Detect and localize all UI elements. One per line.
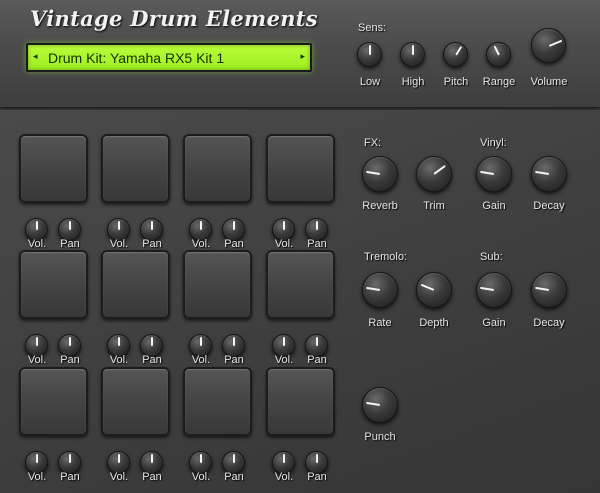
tremolo-rate-label: Rate	[368, 317, 392, 329]
volume-knob[interactable]	[531, 28, 566, 63]
kit-display-text: Drum Kit: Yamaha RX5 Kit 1	[48, 50, 225, 66]
sub-decay-label: Decay	[533, 317, 565, 329]
fx-trim-label: Trim	[423, 200, 445, 212]
drum-pad-8[interactable]	[266, 250, 335, 319]
drum-pad-7[interactable]	[183, 250, 252, 319]
pad-4-vol-label: Vol.	[274, 238, 294, 250]
vinyl-gain-knob[interactable]	[476, 156, 512, 192]
pad-11-pan-label: Pan	[224, 471, 244, 483]
drum-pad-3[interactable]	[183, 134, 252, 203]
sub-decay-knob[interactable]	[531, 272, 567, 308]
sens-range-label: Range	[482, 76, 516, 88]
sens-range-knob[interactable]	[486, 42, 511, 67]
pad-7-pan-label: Pan	[224, 354, 244, 366]
volume-label: Volume	[530, 76, 568, 88]
vinyl-gain-label: Gain	[482, 200, 506, 212]
punch-label: Punch	[364, 431, 396, 443]
kit-display[interactable]: ◂ Drum Kit: Yamaha RX5 Kit 1 ▸	[26, 43, 312, 72]
fx-reverb-label: Reverb	[362, 200, 398, 212]
app-title: Vintage Drum Elements	[30, 6, 318, 31]
drum-pad-11[interactable]	[183, 367, 252, 436]
sens-pitch-knob[interactable]	[443, 42, 468, 67]
pad-3-pan-label: Pan	[224, 238, 244, 250]
sens-low-label: Low	[359, 76, 381, 88]
drum-pad-2[interactable]	[101, 134, 170, 203]
pad-1-pan-label: Pan	[60, 238, 80, 250]
pad-9-vol-label: Vol.	[27, 471, 47, 483]
pad-6-vol-label: Vol.	[109, 354, 129, 366]
sens-high-knob[interactable]	[400, 42, 425, 67]
sub-gain-knob[interactable]	[476, 272, 512, 308]
fx-reverb-knob[interactable]	[362, 156, 398, 192]
pad-10-vol-label: Vol.	[109, 471, 129, 483]
pad-6-pan-label: Pan	[142, 354, 162, 366]
drum-pad-5[interactable]	[19, 250, 88, 319]
sens-pitch-label: Pitch	[443, 76, 469, 88]
pad-11-vol-label: Vol.	[191, 471, 211, 483]
pad-12-vol-label: Vol.	[274, 471, 294, 483]
pad-12-pan-label: Pan	[307, 471, 327, 483]
pad-5-vol-label: Vol.	[27, 354, 47, 366]
pad-8-vol-label: Vol.	[274, 354, 294, 366]
sub-gain-label: Gain	[482, 317, 506, 329]
drum-plugin-window: Vintage Drum Elements ◂ Drum Kit: Yamaha…	[0, 0, 600, 493]
drum-pad-9[interactable]	[19, 367, 88, 436]
sens-low-knob[interactable]	[357, 42, 382, 67]
pad-10-pan-label: Pan	[142, 471, 162, 483]
drum-pad-6[interactable]	[101, 250, 170, 319]
drum-pad-4[interactable]	[266, 134, 335, 203]
pad-7-vol-label: Vol.	[191, 354, 211, 366]
sens-section-label: Sens:	[358, 22, 387, 34]
pad-2-vol-label: Vol.	[109, 238, 129, 250]
tremolo-rate-knob[interactable]	[362, 272, 398, 308]
drum-pad-12[interactable]	[266, 367, 335, 436]
pad-8-pan-label: Pan	[307, 354, 327, 366]
fx-section-label: FX:	[364, 137, 382, 149]
sub-section-label: Sub:	[480, 251, 503, 263]
vinyl-decay-knob[interactable]	[531, 156, 567, 192]
pad-5-pan-label: Pan	[60, 354, 80, 366]
prev-kit-arrow-icon[interactable]: ◂	[33, 52, 38, 62]
fx-trim-knob[interactable]	[416, 156, 452, 192]
pad-3-vol-label: Vol.	[191, 238, 211, 250]
header-panel: Vintage Drum Elements ◂ Drum Kit: Yamaha…	[0, 0, 600, 108]
pad-1-vol-label: Vol.	[27, 238, 47, 250]
pad-9-pan-label: Pan	[60, 471, 80, 483]
drum-pad-1[interactable]	[19, 134, 88, 203]
pad-4-pan-label: Pan	[307, 238, 327, 250]
tremolo-depth-knob[interactable]	[416, 272, 452, 308]
next-kit-arrow-icon[interactable]: ▸	[300, 52, 305, 62]
punch-knob[interactable]	[362, 387, 398, 423]
tremolo-depth-label: Depth	[419, 317, 449, 329]
drum-pad-10[interactable]	[101, 367, 170, 436]
vinyl-decay-label: Decay	[533, 200, 565, 212]
tremolo-section-label: Tremolo:	[364, 251, 407, 263]
vinyl-section-label: Vinyl:	[480, 137, 507, 149]
pad-2-pan-label: Pan	[142, 238, 162, 250]
sens-high-label: High	[401, 76, 425, 88]
